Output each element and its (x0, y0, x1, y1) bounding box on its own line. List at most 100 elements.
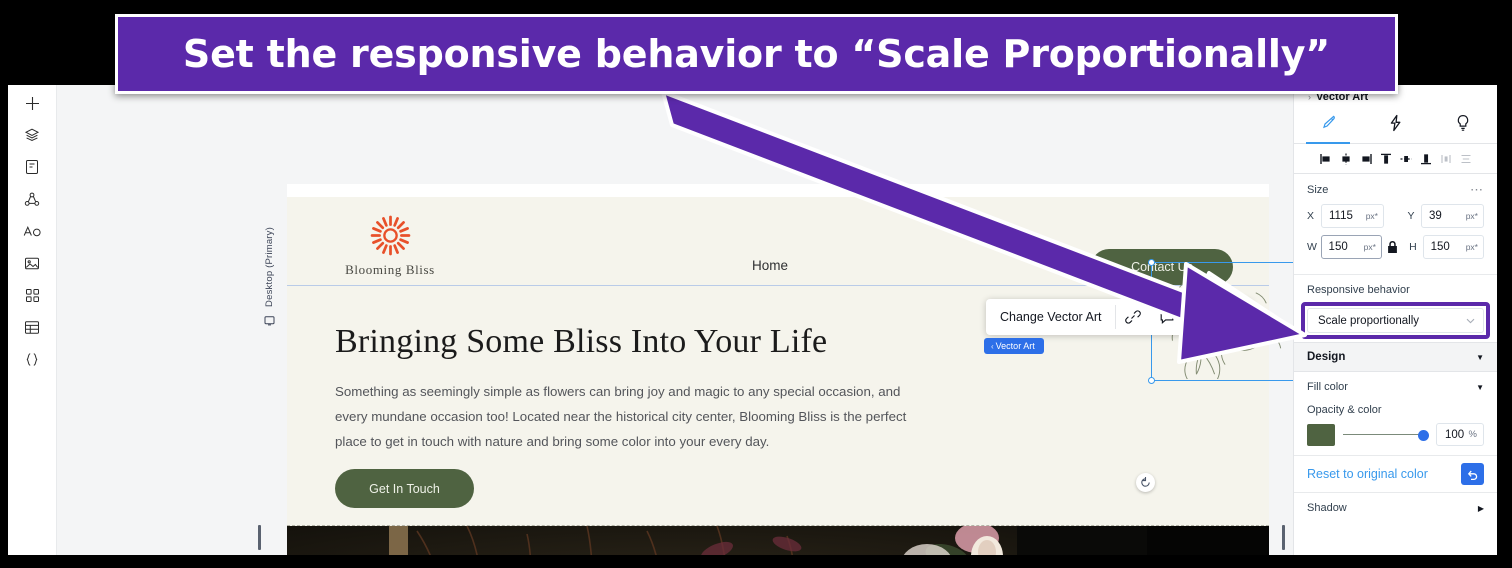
text-icon (23, 224, 42, 239)
shadow-row[interactable]: Shadow ▶ (1294, 493, 1497, 523)
more-options-icon[interactable]: … (1218, 299, 1252, 335)
lock-closed-icon[interactable] (1382, 240, 1403, 254)
brush-icon (1319, 114, 1337, 137)
shadow-label: Shadow (1307, 502, 1347, 514)
selected-element-tag[interactable]: ‹ Vector Art (984, 338, 1044, 354)
tab-interactions[interactable] (1362, 108, 1430, 143)
rotate-handle[interactable] (1136, 473, 1155, 492)
distribute-horizontal-icon (1437, 150, 1455, 168)
image-icon (24, 256, 40, 271)
opacity-slider-knob[interactable] (1418, 429, 1429, 441)
three-dots-icon[interactable]: ⋯ (1470, 183, 1484, 196)
screenshot-root: Desktop (Primary) Blooming Bliss Home Co… (0, 0, 1512, 568)
undo-icon[interactable] (1461, 463, 1484, 485)
tag-label: Vector Art (995, 341, 1035, 351)
monitor-icon (264, 313, 275, 331)
change-vector-art-button[interactable]: Change Vector Art (986, 299, 1115, 335)
opacity-label: Opacity & color (1307, 404, 1382, 416)
opacity-controls: 100 % (1307, 423, 1484, 446)
site-header: Blooming Bliss Home Contact Us (287, 197, 1269, 286)
site-canvas: Blooming Bliss Home Contact Us Bringing … (287, 184, 1269, 555)
design-section-header[interactable]: Design ▼ (1294, 342, 1497, 372)
align-middle-vertical-icon[interactable] (1397, 150, 1415, 168)
add-elements-button[interactable] (15, 90, 49, 116)
size-fields: X 1115 px* Y 39 px* W 150 px* H 150 px* (1307, 204, 1484, 259)
chevron-down-icon (1466, 316, 1475, 326)
tag-chevron-icon: ‹ (991, 342, 994, 351)
stage-top-strip (287, 184, 1269, 197)
site-logo[interactable]: Blooming Bliss (330, 215, 450, 278)
fill-color-row[interactable]: Fill color ▼ (1294, 372, 1497, 402)
table-icon (24, 320, 40, 335)
instruction-banner-text: Set the responsive behavior to “Scale Pr… (182, 32, 1331, 76)
opacity-input[interactable]: 100 % (1436, 423, 1484, 446)
hero-heading: Bringing Some Bliss Into Your Life (335, 323, 828, 360)
comment-icon[interactable] (1150, 299, 1184, 335)
y-unit: px* (1465, 211, 1478, 221)
y-input[interactable]: 39 px* (1421, 204, 1484, 228)
design-title: Design (1307, 351, 1346, 363)
align-top-icon[interactable] (1377, 150, 1395, 168)
pages-button[interactable] (15, 154, 49, 180)
site-structure-button[interactable] (15, 186, 49, 212)
tab-design[interactable] (1294, 108, 1362, 144)
hero-photo (287, 526, 1269, 555)
nav-item-home[interactable]: Home (752, 258, 788, 273)
shadow-chevron-right-icon: ▶ (1477, 503, 1484, 513)
responsive-behavior-select[interactable]: Scale proportionally (1307, 308, 1484, 333)
hero-paragraph: Something as seemingly simple as flowers… (335, 384, 907, 449)
size-row-wh: W 150 px* H 150 px* (1307, 235, 1484, 259)
rotate-icon (1141, 477, 1150, 487)
opacity-unit: % (1468, 429, 1477, 440)
roses-photograph (287, 526, 1269, 555)
x-value: 1115 (1329, 210, 1353, 222)
right-margin-handle[interactable] (1282, 525, 1285, 550)
y-value: 39 (1429, 210, 1442, 222)
device-label: Desktop (Primary) (259, 211, 279, 331)
h-input[interactable]: 150 px* (1422, 235, 1484, 259)
media-button[interactable] (15, 250, 49, 276)
distribute-vertical-icon (1457, 150, 1475, 168)
y-label: Y (1407, 210, 1415, 222)
help-icon[interactable]: ? (1184, 299, 1218, 335)
database-button[interactable] (15, 314, 49, 340)
left-toolbar (8, 85, 57, 555)
layers-icon (24, 127, 40, 143)
responsive-behavior-label: Responsive behavior (1307, 284, 1410, 296)
header-contact-button[interactable]: Contact Us (1091, 249, 1233, 285)
text-button[interactable] (15, 218, 49, 244)
panel-tabs (1294, 108, 1497, 144)
get-in-touch-button[interactable]: Get In Touch (335, 469, 474, 508)
opacity-and-color: Opacity & color 100 % (1294, 402, 1497, 455)
left-margin-handle[interactable] (258, 525, 261, 550)
size-title: Size (1307, 184, 1329, 196)
align-left-icon[interactable] (1317, 150, 1335, 168)
size-row-xy: X 1115 px* Y 39 px* (1307, 204, 1484, 228)
dev-mode-button[interactable] (15, 346, 49, 372)
lightbulb-icon (1454, 114, 1472, 137)
x-label: X (1307, 210, 1315, 222)
size-header: Size ⋯ (1307, 183, 1484, 196)
align-right-icon[interactable] (1357, 150, 1375, 168)
align-center-horizontal-icon[interactable] (1337, 150, 1355, 168)
apps-button[interactable] (15, 282, 49, 308)
layers-button[interactable] (15, 122, 49, 148)
h-label: H (1409, 241, 1417, 253)
w-label: W (1307, 241, 1317, 253)
align-bottom-icon[interactable] (1417, 150, 1435, 168)
color-swatch[interactable] (1307, 423, 1335, 446)
x-input[interactable]: 1115 px* (1321, 204, 1384, 228)
design-chevron-down-icon: ▼ (1476, 352, 1484, 362)
w-input[interactable]: 150 px* (1320, 235, 1382, 259)
lightning-icon (1387, 114, 1405, 137)
size-section: Size ⋯ X 1115 px* Y 39 px* W 150 px* H 1… (1294, 174, 1497, 274)
reset-to-original-color-link[interactable]: Reset to original color (1307, 467, 1428, 481)
opacity-slider[interactable] (1343, 429, 1429, 441)
animation-icon[interactable] (1116, 299, 1150, 335)
element-toolbar: Change Vector Art ? … (986, 299, 1253, 335)
tab-tips[interactable] (1429, 108, 1497, 143)
code-braces-icon (24, 352, 40, 367)
opacity-value: 100 (1445, 428, 1465, 441)
fill-color-label: Fill color (1307, 381, 1348, 393)
inspector-panel: › Vector Art Size ⋯ X 1115 px* Y 39 px* … (1293, 85, 1497, 555)
